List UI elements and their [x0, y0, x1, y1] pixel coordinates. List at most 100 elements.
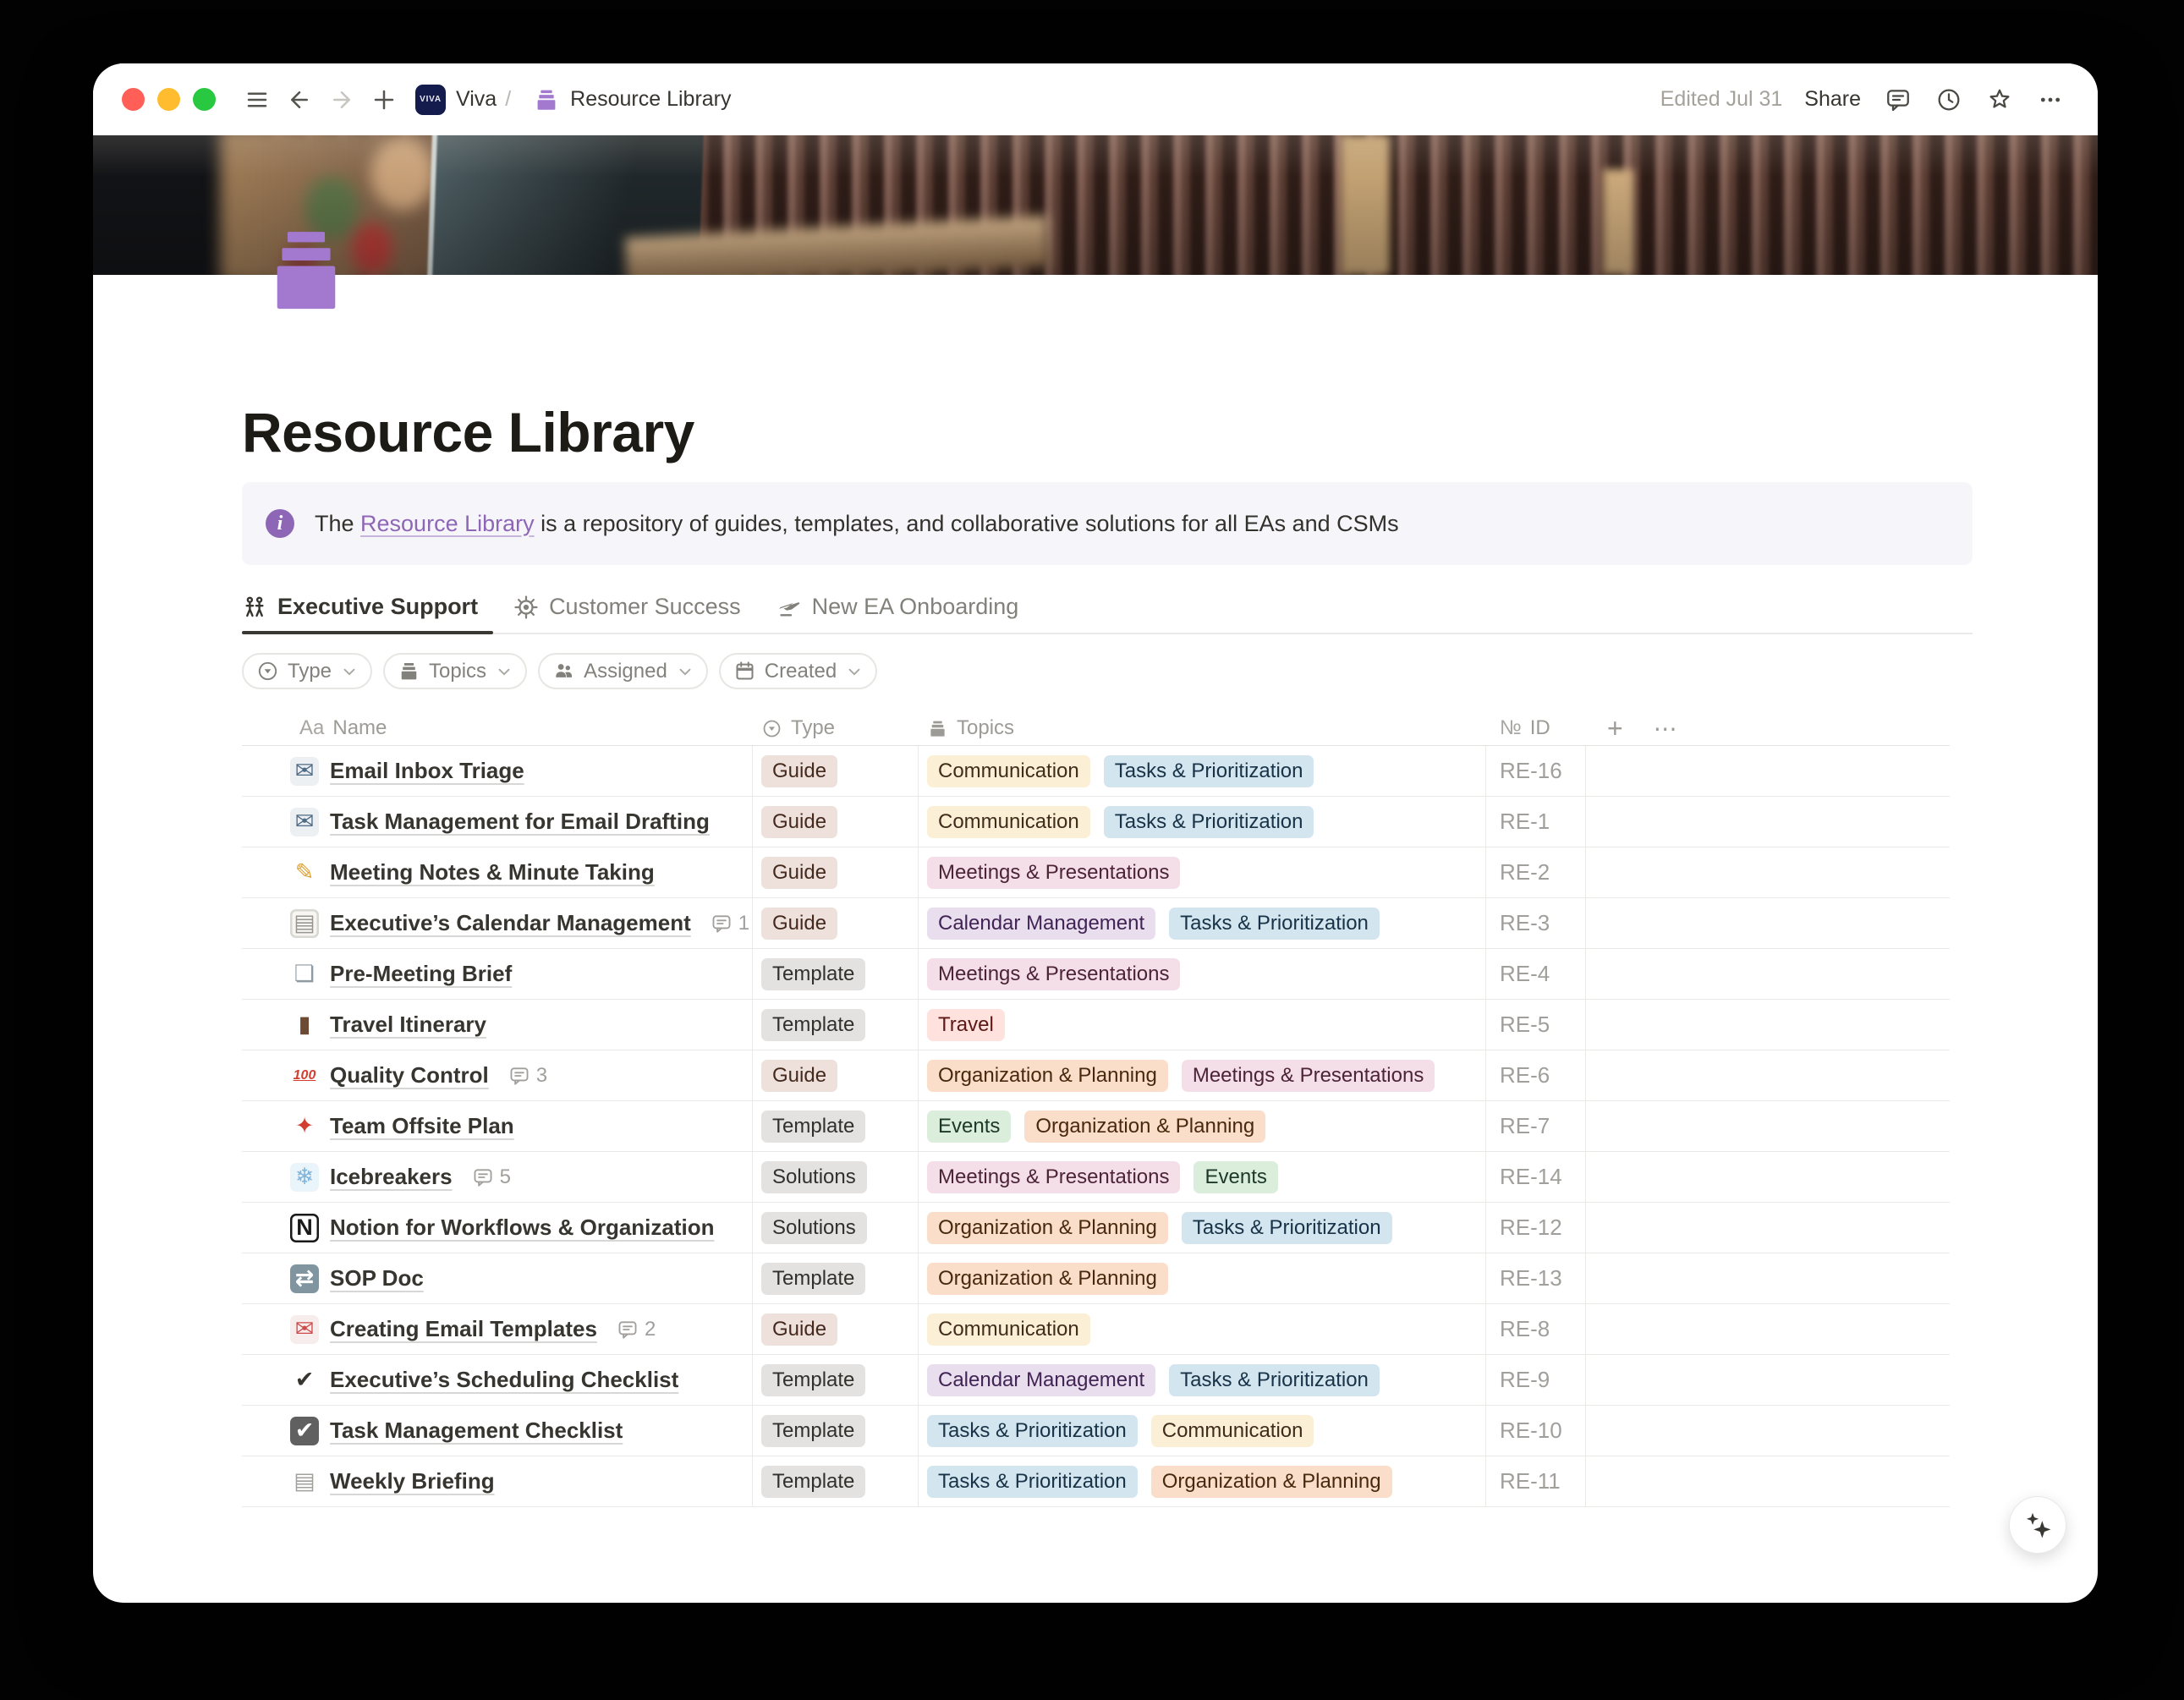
page-link[interactable]: Executive’s Scheduling Checklist — [330, 1367, 678, 1393]
row-type-cell[interactable]: Guide — [753, 746, 919, 796]
row-type-cell[interactable]: Solutions — [753, 1203, 919, 1253]
row-topics-cell[interactable]: CommunicationTasks & Prioritization — [919, 797, 1486, 847]
page-link[interactable]: Notion for Workflows & Organization — [330, 1215, 715, 1241]
row-id-cell[interactable]: RE-7 — [1486, 1101, 1586, 1151]
column-options-button[interactable]: ⋯ — [1654, 715, 1679, 743]
row-name-cell[interactable]: ⇄SOP Doc — [242, 1253, 753, 1303]
table-row[interactable]: ✉Email Inbox TriageGuideCommunicationTas… — [242, 746, 1950, 797]
page-link[interactable]: Travel Itinerary — [330, 1012, 486, 1038]
page-link[interactable]: Icebreakers — [330, 1164, 453, 1190]
row-type-cell[interactable]: Guide — [753, 1050, 919, 1100]
sidebar-menu-button[interactable] — [238, 80, 277, 119]
column-header-type[interactable]: Type — [753, 711, 919, 745]
row-topics-cell[interactable]: Organization & PlanningTasks & Prioritiz… — [919, 1203, 1486, 1253]
page-link[interactable]: Task Management Checklist — [330, 1418, 623, 1444]
notion-ai-button[interactable] — [2009, 1496, 2066, 1554]
table-row[interactable]: ✦Team Offsite PlanTemplateEventsOrganiza… — [242, 1101, 1950, 1152]
breadcrumb-page[interactable]: Resource Library — [570, 87, 731, 112]
row-id-cell[interactable]: RE-5 — [1486, 1000, 1586, 1050]
close-window-button[interactable] — [122, 88, 145, 111]
table-row[interactable]: ✔Task Management ChecklistTemplateTasks … — [242, 1406, 1950, 1456]
row-topics-cell[interactable]: Organization & Planning — [919, 1253, 1486, 1303]
filter-type[interactable]: Type — [242, 653, 372, 689]
row-type-cell[interactable]: Guide — [753, 797, 919, 847]
row-type-cell[interactable]: Guide — [753, 847, 919, 897]
comment-count[interactable]: 5 — [472, 1165, 511, 1189]
new-page-button[interactable] — [365, 80, 403, 119]
row-type-cell[interactable]: Solutions — [753, 1152, 919, 1202]
filter-topics[interactable]: Topics — [383, 653, 527, 689]
page-link[interactable]: Weekly Briefing — [330, 1468, 495, 1494]
row-id-cell[interactable]: RE-8 — [1486, 1304, 1586, 1354]
workspace-logo[interactable]: VIVA — [415, 85, 446, 115]
comment-count[interactable]: 3 — [508, 1064, 547, 1088]
comment-count[interactable]: 1 — [711, 912, 749, 935]
favorite-button[interactable] — [1981, 81, 2018, 118]
row-topics-cell[interactable]: Tasks & PrioritizationCommunication — [919, 1406, 1486, 1456]
row-id-cell[interactable]: RE-4 — [1486, 949, 1586, 999]
tab-customer-success[interactable]: Customer Success — [513, 581, 756, 633]
row-type-cell[interactable]: Guide — [753, 1304, 919, 1354]
row-name-cell[interactable]: ✦Team Offsite Plan — [242, 1101, 753, 1151]
tab-new-ea-onboarding[interactable]: New EA Onboarding — [776, 581, 1034, 633]
table-row[interactable]: ❄Icebreakers5SolutionsMeetings & Present… — [242, 1152, 1950, 1203]
share-button[interactable]: Share — [1804, 87, 1861, 112]
table-row[interactable]: ✉Creating Email Templates2GuideCommunica… — [242, 1304, 1950, 1355]
row-topics-cell[interactable]: Tasks & PrioritizationOrganization & Pla… — [919, 1456, 1486, 1506]
row-id-cell[interactable]: RE-1 — [1486, 797, 1586, 847]
row-topics-cell[interactable]: Meetings & PresentationsEvents — [919, 1152, 1486, 1202]
table-row[interactable]: ✎Meeting Notes & Minute TakingGuideMeeti… — [242, 847, 1950, 898]
row-name-cell[interactable]: ✎Meeting Notes & Minute Taking — [242, 847, 753, 897]
page-icon[interactable] — [265, 227, 348, 313]
row-type-cell[interactable]: Template — [753, 1101, 919, 1151]
page-link[interactable]: Creating Email Templates — [330, 1316, 597, 1342]
row-id-cell[interactable]: RE-11 — [1486, 1456, 1586, 1506]
row-topics-cell[interactable]: Travel — [919, 1000, 1486, 1050]
row-id-cell[interactable]: RE-13 — [1486, 1253, 1586, 1303]
filter-created[interactable]: Created — [719, 653, 877, 689]
row-topics-cell[interactable]: Communication — [919, 1304, 1486, 1354]
table-row[interactable]: ▮Travel ItineraryTemplateTravelRE-5 — [242, 1000, 1950, 1050]
row-name-cell[interactable]: ▤Weekly Briefing — [242, 1456, 753, 1506]
page-link[interactable]: Email Inbox Triage — [330, 758, 524, 784]
row-id-cell[interactable]: RE-12 — [1486, 1203, 1586, 1253]
row-id-cell[interactable]: RE-14 — [1486, 1152, 1586, 1202]
table-row[interactable]: ▤Executive’s Calendar Management1GuideCa… — [242, 898, 1950, 949]
page-link[interactable]: Task Management for Email Drafting — [330, 809, 710, 835]
row-name-cell[interactable]: 100Quality Control3 — [242, 1050, 753, 1100]
row-type-cell[interactable]: Template — [753, 1406, 919, 1456]
row-id-cell[interactable]: RE-9 — [1486, 1355, 1586, 1405]
comments-button[interactable] — [1879, 81, 1917, 118]
page-link[interactable]: Pre-Meeting Brief — [330, 961, 512, 987]
breadcrumb-workspace[interactable]: Viva — [456, 87, 497, 112]
table-row[interactable]: ⇄SOP DocTemplateOrganization & PlanningR… — [242, 1253, 1950, 1304]
row-topics-cell[interactable]: Meetings & Presentations — [919, 949, 1486, 999]
table-row[interactable]: 100Quality Control3GuideOrganization & P… — [242, 1050, 1950, 1101]
row-id-cell[interactable]: RE-10 — [1486, 1406, 1586, 1456]
tab-executive-support[interactable]: Executive Support — [242, 581, 493, 633]
row-type-cell[interactable]: Template — [753, 1355, 919, 1405]
page-link[interactable]: Quality Control — [330, 1062, 489, 1089]
row-type-cell[interactable]: Template — [753, 949, 919, 999]
page-link[interactable]: Meeting Notes & Minute Taking — [330, 859, 655, 886]
table-row[interactable]: NNotion for Workflows & OrganizationSolu… — [242, 1203, 1950, 1253]
row-name-cell[interactable]: ✉Creating Email Templates2 — [242, 1304, 753, 1354]
resource-library-link[interactable]: Resource Library — [360, 511, 535, 536]
row-name-cell[interactable]: ❄Icebreakers5 — [242, 1152, 753, 1202]
column-header-topics[interactable]: Topics — [919, 711, 1486, 745]
page-link[interactable]: Executive’s Calendar Management — [330, 910, 691, 936]
row-name-cell[interactable]: ✔Task Management Checklist — [242, 1406, 753, 1456]
row-type-cell[interactable]: Template — [753, 1000, 919, 1050]
minimize-window-button[interactable] — [157, 88, 180, 111]
row-topics-cell[interactable]: Meetings & Presentations — [919, 847, 1486, 897]
table-row[interactable]: ▤Weekly BriefingTemplateTasks & Prioriti… — [242, 1456, 1950, 1507]
forward-button[interactable] — [322, 80, 361, 119]
row-type-cell[interactable]: Template — [753, 1456, 919, 1506]
row-name-cell[interactable]: ❏Pre-Meeting Brief — [242, 949, 753, 999]
row-id-cell[interactable]: RE-2 — [1486, 847, 1586, 897]
row-topics-cell[interactable]: EventsOrganization & Planning — [919, 1101, 1486, 1151]
row-topics-cell[interactable]: Calendar ManagementTasks & Prioritizatio… — [919, 898, 1486, 948]
row-name-cell[interactable]: ✔Executive’s Scheduling Checklist — [242, 1355, 753, 1405]
row-name-cell[interactable]: ✉Email Inbox Triage — [242, 746, 753, 796]
row-name-cell[interactable]: ▮Travel Itinerary — [242, 1000, 753, 1050]
